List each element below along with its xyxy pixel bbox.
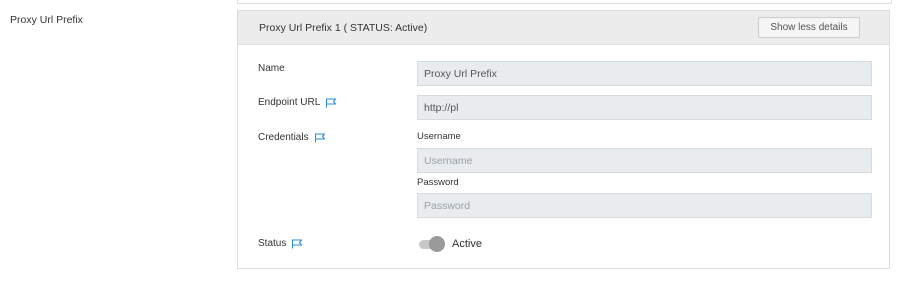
name-label: Name [258, 63, 285, 74]
toggle-knob [429, 236, 445, 252]
password-input[interactable] [417, 193, 872, 218]
previous-card-edge [237, 0, 892, 4]
credentials-label-text: Credentials [258, 132, 309, 143]
password-label: Password [417, 177, 459, 188]
endpoint-url-label: Endpoint URL [258, 97, 337, 108]
flag-icon[interactable] [291, 238, 303, 249]
username-label: Username [417, 131, 461, 142]
proxy-url-prefix-card: Proxy Url Prefix 1 ( STATUS: Active) Sho… [237, 10, 890, 269]
card-title: Proxy Url Prefix 1 ( STATUS: Active) [259, 22, 428, 34]
endpoint-url-input[interactable] [417, 95, 872, 120]
status-toggle[interactable] [417, 236, 447, 252]
username-input[interactable] [417, 148, 872, 173]
status-label: Status [258, 238, 303, 249]
show-less-details-button[interactable]: Show less details [758, 17, 860, 38]
status-toggle-label: Active [452, 238, 482, 250]
section-label: Proxy Url Prefix [10, 14, 83, 26]
status-label-text: Status [258, 238, 287, 249]
flag-icon[interactable] [314, 132, 326, 143]
credentials-label: Credentials [258, 132, 326, 143]
name-label-text: Name [258, 63, 285, 74]
endpoint-url-label-text: Endpoint URL [258, 97, 321, 108]
card-header: Proxy Url Prefix 1 ( STATUS: Active) Sho… [238, 11, 889, 45]
name-input[interactable] [417, 61, 872, 86]
flag-icon[interactable] [325, 97, 337, 108]
